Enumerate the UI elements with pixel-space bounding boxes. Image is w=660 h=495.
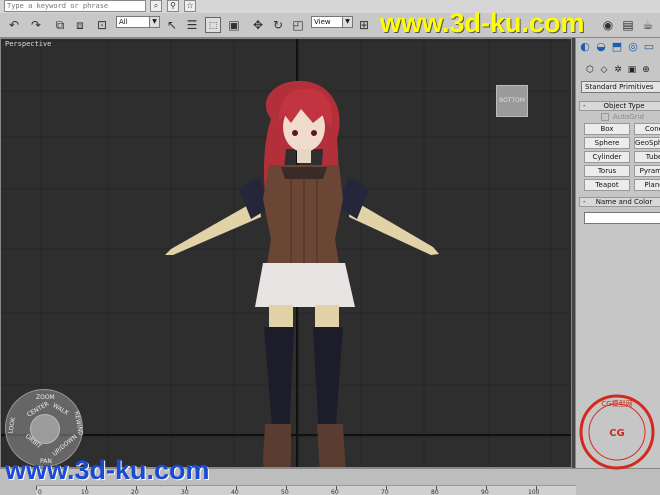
collapse-icon: - [583,102,586,110]
time-track[interactable]: 0 10 20 30 40 50 60 70 80 90 100 [36,485,576,495]
viewcube[interactable]: BOTTOM [496,85,528,117]
rotate-icon[interactable]: ↻ [270,17,286,33]
move-icon[interactable]: ✥ [250,17,266,33]
select-by-name-icon[interactable]: ☰ [184,17,200,33]
primitive-cone-button[interactable]: Cone [634,123,660,135]
helpers-icon[interactable]: ⊕ [640,64,652,76]
watermark-stamp: CG CG模型网 [579,394,655,470]
selection-filter-value: All [119,18,128,26]
viewport-label[interactable]: Perspective [5,40,51,48]
stamp-text: CG模型网 [601,399,632,408]
modify-tab-icon[interactable]: ◒ [594,40,608,54]
character-model [165,80,439,467]
autogrid-label: AutoGrid [613,113,644,121]
select-object-icon[interactable]: ↖ [164,17,180,33]
create-tab-icon[interactable]: ◐ [578,40,592,54]
primitive-plane-button[interactable]: Plane [634,179,660,191]
display-tab-icon[interactable]: ▭ [642,40,656,54]
render-setup-icon[interactable]: ◉ [600,17,616,33]
favorites-star-icon[interactable]: ☆ [184,0,196,12]
primitive-teapot-button[interactable]: Teapot [584,179,630,191]
cameras-icon[interactable]: ▣ [626,64,638,76]
stamp-sub-text: CG [609,428,625,439]
rendered-frame-icon[interactable]: ▤ [620,17,636,33]
watermark-bottom: www.3d-ku.com [5,455,210,485]
pivot-center-icon[interactable]: ⊞ [356,17,372,33]
object-type-rollout[interactable]: - Object Type [579,101,660,111]
shapes-icon[interactable]: ◇ [598,64,610,76]
chevron-down-icon: ▼ [149,17,159,27]
tick-label: 10 [81,489,89,495]
primitive-geosphere-button[interactable]: GeoSphere [634,137,660,149]
viewcube-face-label: BOTTOM [499,97,525,104]
tick-0 [36,486,37,490]
geometry-icon[interactable]: ⬡ [584,64,596,76]
tick-label: 0 [38,489,42,495]
unlink-selection-icon[interactable]: ⧈ [72,17,88,33]
name-and-color-title: Name and Color [595,198,653,206]
collapse-icon: - [583,198,586,206]
tick-label: 20 [131,489,139,495]
perspective-viewport[interactable]: Perspective BOTTOM ZOOM CENTER WALK REWI… [0,38,572,468]
tick-label: 90 [481,489,489,495]
primitive-pyramid-button[interactable]: Pyramid [634,165,660,177]
tick-label: 30 [181,489,189,495]
tick-label: 100 [528,489,540,495]
reference-coordinate-value: View [314,18,331,26]
info-center-icon[interactable]: ⚲ [167,0,179,12]
watermark-top: www.3d-ku.com [380,8,585,38]
search-input[interactable] [4,0,146,12]
checkbox-icon [601,113,609,121]
search-icon[interactable]: ⌕ [150,0,162,12]
name-and-color-rollout[interactable]: - Name and Color [579,197,660,207]
primitive-tube-button[interactable]: Tube [634,151,660,163]
tick-label: 50 [281,489,289,495]
tick-label: 80 [431,489,439,495]
tick-label: 70 [381,489,389,495]
window-crossing-icon[interactable]: ▣ [226,17,242,33]
selection-filter-dropdown[interactable]: All ▼ [116,16,160,28]
tick-label: 40 [231,489,239,495]
nav-walk-label[interactable]: WALK [51,402,69,417]
category-dropdown[interactable]: Standard Primitives [581,81,660,93]
primitive-box-button[interactable]: Box [584,123,630,135]
object-name-field[interactable] [584,212,660,224]
hierarchy-tab-icon[interactable]: ⬒ [610,40,624,54]
undo-icon[interactable]: ↶ [6,17,22,33]
select-and-link-icon[interactable]: ⧉ [52,17,68,33]
tick-label: 60 [331,489,339,495]
render-teapot-icon[interactable]: ☕ [640,17,656,33]
bind-to-spacewarp-icon[interactable]: ⊡ [94,17,110,33]
lights-icon[interactable]: ✲ [612,64,624,76]
nav-look-label[interactable]: LOOK [7,417,17,434]
motion-tab-icon[interactable]: ◎ [626,40,640,54]
primitive-torus-button[interactable]: Torus [584,165,630,177]
primitive-cylinder-button[interactable]: Cylinder [584,151,630,163]
scale-icon[interactable]: ◰ [290,17,306,33]
object-type-title: Object Type [603,102,645,110]
redo-icon[interactable]: ↷ [28,17,44,33]
rectangular-selection-icon[interactable]: ⬚ [205,17,221,33]
primitive-sphere-button[interactable]: Sphere [584,137,630,149]
chevron-down-icon: ▼ [342,17,352,27]
autogrid-checkbox[interactable]: AutoGrid [601,113,644,121]
reference-coordinate-dropdown[interactable]: View ▼ [311,16,353,28]
